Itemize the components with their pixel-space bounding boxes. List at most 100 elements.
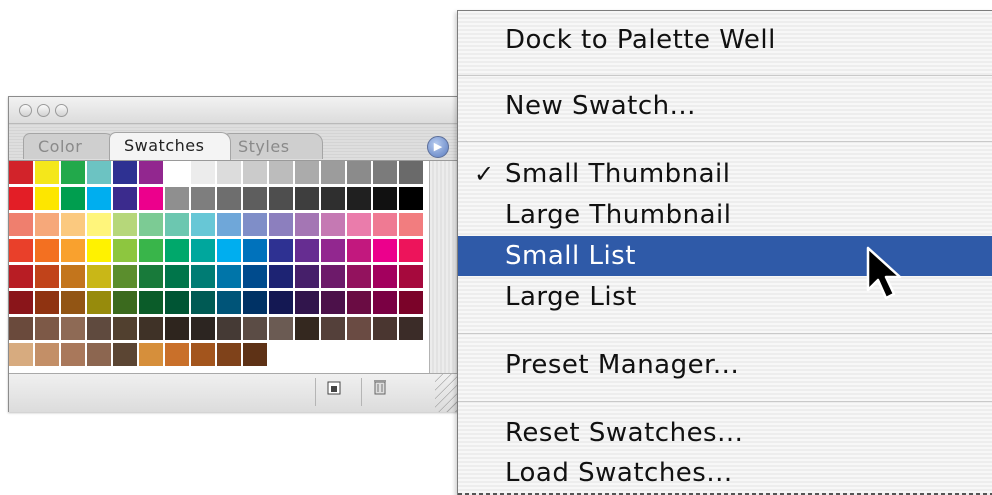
swatch-cell[interactable]: [243, 291, 269, 316]
swatch-cell[interactable]: [87, 161, 113, 186]
swatch-cell[interactable]: [9, 213, 35, 238]
swatch-cell[interactable]: [295, 213, 321, 238]
swatch-cell[interactable]: [399, 161, 425, 186]
swatch-cell[interactable]: [191, 161, 217, 186]
swatch-cell[interactable]: [347, 161, 373, 186]
swatch-cell[interactable]: [347, 239, 373, 264]
swatch-cell[interactable]: [61, 265, 87, 290]
swatch-cell[interactable]: [269, 161, 295, 186]
swatch-cell[interactable]: [165, 161, 191, 186]
swatch-cell[interactable]: [139, 343, 165, 368]
swatch-cell[interactable]: [217, 265, 243, 290]
swatch-cell[interactable]: [399, 213, 425, 238]
swatch-cell[interactable]: [399, 239, 425, 264]
swatch-cell[interactable]: [295, 291, 321, 316]
swatch-cell[interactable]: [87, 187, 113, 212]
swatch-cell[interactable]: [217, 343, 243, 368]
swatch-cell[interactable]: [373, 265, 399, 290]
swatch-cell[interactable]: [139, 291, 165, 316]
tab-swatches[interactable]: Swatches: [109, 132, 231, 160]
swatch-cell[interactable]: [243, 265, 269, 290]
swatch-cell[interactable]: [321, 213, 347, 238]
palette-titlebar[interactable]: [9, 97, 471, 124]
swatch-cell[interactable]: [399, 317, 425, 342]
swatch-cell[interactable]: [113, 343, 139, 368]
swatch-cell[interactable]: [295, 161, 321, 186]
swatch-cell[interactable]: [113, 161, 139, 186]
swatch-cell[interactable]: [9, 265, 35, 290]
swatch-cell[interactable]: [373, 239, 399, 264]
swatch-cell[interactable]: [243, 161, 269, 186]
swatch-cell[interactable]: [373, 291, 399, 316]
swatch-cell[interactable]: [269, 317, 295, 342]
swatch-cell[interactable]: [113, 213, 139, 238]
swatch-cell[interactable]: [35, 317, 61, 342]
swatch-cell[interactable]: [35, 265, 61, 290]
swatch-cell[interactable]: [191, 343, 217, 368]
swatch-cell[interactable]: [321, 161, 347, 186]
swatch-cell[interactable]: [321, 239, 347, 264]
swatch-cell[interactable]: [321, 265, 347, 290]
swatch-cell[interactable]: [191, 265, 217, 290]
swatch-cell[interactable]: [191, 317, 217, 342]
swatch-cell[interactable]: [35, 343, 61, 368]
swatch-cell[interactable]: [87, 343, 113, 368]
trash-icon[interactable]: [361, 378, 398, 406]
swatch-cell[interactable]: [87, 213, 113, 238]
swatch-cell[interactable]: [61, 187, 87, 212]
swatch-cell[interactable]: [139, 265, 165, 290]
swatch-cell[interactable]: [269, 213, 295, 238]
swatch-cell[interactable]: [87, 317, 113, 342]
swatch-cell[interactable]: [269, 187, 295, 212]
swatch-cell[interactable]: [373, 213, 399, 238]
swatch-cell[interactable]: [9, 239, 35, 264]
palette-menu-arrow-icon[interactable]: ▶: [427, 136, 449, 158]
swatch-cell[interactable]: [217, 187, 243, 212]
swatch-cell[interactable]: [191, 213, 217, 238]
close-window-button[interactable]: [19, 104, 32, 117]
swatch-cell[interactable]: [243, 213, 269, 238]
swatch-cell[interactable]: [399, 187, 425, 212]
swatch-cell[interactable]: [61, 343, 87, 368]
swatch-cell[interactable]: [243, 343, 269, 368]
swatch-cell[interactable]: [139, 161, 165, 186]
tab-styles[interactable]: Styles: [223, 133, 323, 159]
swatch-cell[interactable]: [61, 317, 87, 342]
swatch-cell[interactable]: [9, 317, 35, 342]
swatch-cell[interactable]: [139, 187, 165, 212]
swatch-cell[interactable]: [321, 317, 347, 342]
swatch-cell[interactable]: [217, 239, 243, 264]
menu-item-preset-manager[interactable]: Preset Manager...: [458, 345, 992, 385]
swatch-cell[interactable]: [35, 291, 61, 316]
swatch-cell[interactable]: [191, 291, 217, 316]
swatch-cell[interactable]: [217, 161, 243, 186]
swatch-cell[interactable]: [217, 291, 243, 316]
zoom-window-button[interactable]: [55, 104, 68, 117]
swatch-cell[interactable]: [87, 291, 113, 316]
swatch-cell[interactable]: [139, 213, 165, 238]
swatch-cell[interactable]: [35, 161, 61, 186]
swatch-cell[interactable]: [113, 291, 139, 316]
menu-item-small-list[interactable]: Small List: [458, 236, 992, 276]
swatch-cell[interactable]: [373, 161, 399, 186]
swatch-cell[interactable]: [165, 239, 191, 264]
swatch-cell[interactable]: [9, 187, 35, 212]
swatch-cell[interactable]: [347, 265, 373, 290]
swatch-cell[interactable]: [9, 291, 35, 316]
swatch-cell[interactable]: [35, 239, 61, 264]
swatch-cell[interactable]: [321, 187, 347, 212]
swatch-cell[interactable]: [243, 187, 269, 212]
menu-item-large-thumbnail[interactable]: Large Thumbnail: [458, 195, 992, 235]
swatch-cell[interactable]: [87, 265, 113, 290]
swatch-cell[interactable]: [35, 187, 61, 212]
swatch-cell[interactable]: [165, 213, 191, 238]
swatch-cell[interactable]: [243, 317, 269, 342]
swatch-cell[interactable]: [399, 265, 425, 290]
swatch-cell[interactable]: [217, 213, 243, 238]
swatch-cell[interactable]: [35, 213, 61, 238]
tab-color[interactable]: Color: [23, 133, 115, 159]
menu-item-small-thumbnail[interactable]: ✓ Small Thumbnail: [458, 154, 992, 194]
menu-item-dock-to-palette-well[interactable]: Dock to Palette Well: [458, 20, 992, 60]
swatch-cell[interactable]: [165, 291, 191, 316]
swatch-cell[interactable]: [295, 317, 321, 342]
